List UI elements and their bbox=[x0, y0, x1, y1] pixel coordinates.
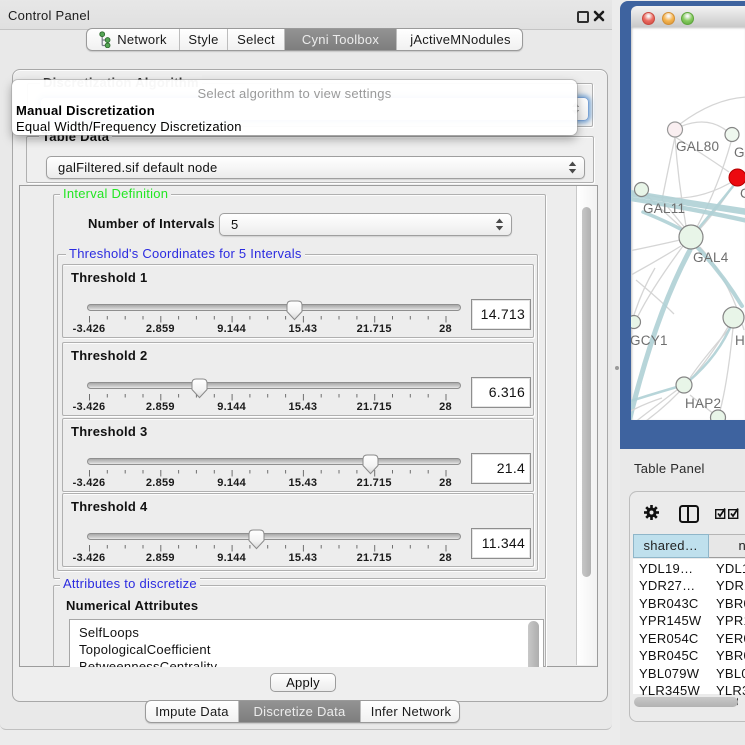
svg-text:GAL11: GAL11 bbox=[643, 201, 685, 216]
svg-text:GAL4: GAL4 bbox=[693, 250, 729, 265]
svg-text:GCY1: GCY1 bbox=[631, 333, 668, 348]
svg-text:GA: GA bbox=[734, 145, 745, 160]
svg-text:GAL80: GAL80 bbox=[676, 139, 719, 154]
svg-text:H: H bbox=[735, 333, 745, 348]
svg-text:C: C bbox=[740, 186, 745, 201]
svg-text:HAP2: HAP2 bbox=[685, 396, 721, 411]
